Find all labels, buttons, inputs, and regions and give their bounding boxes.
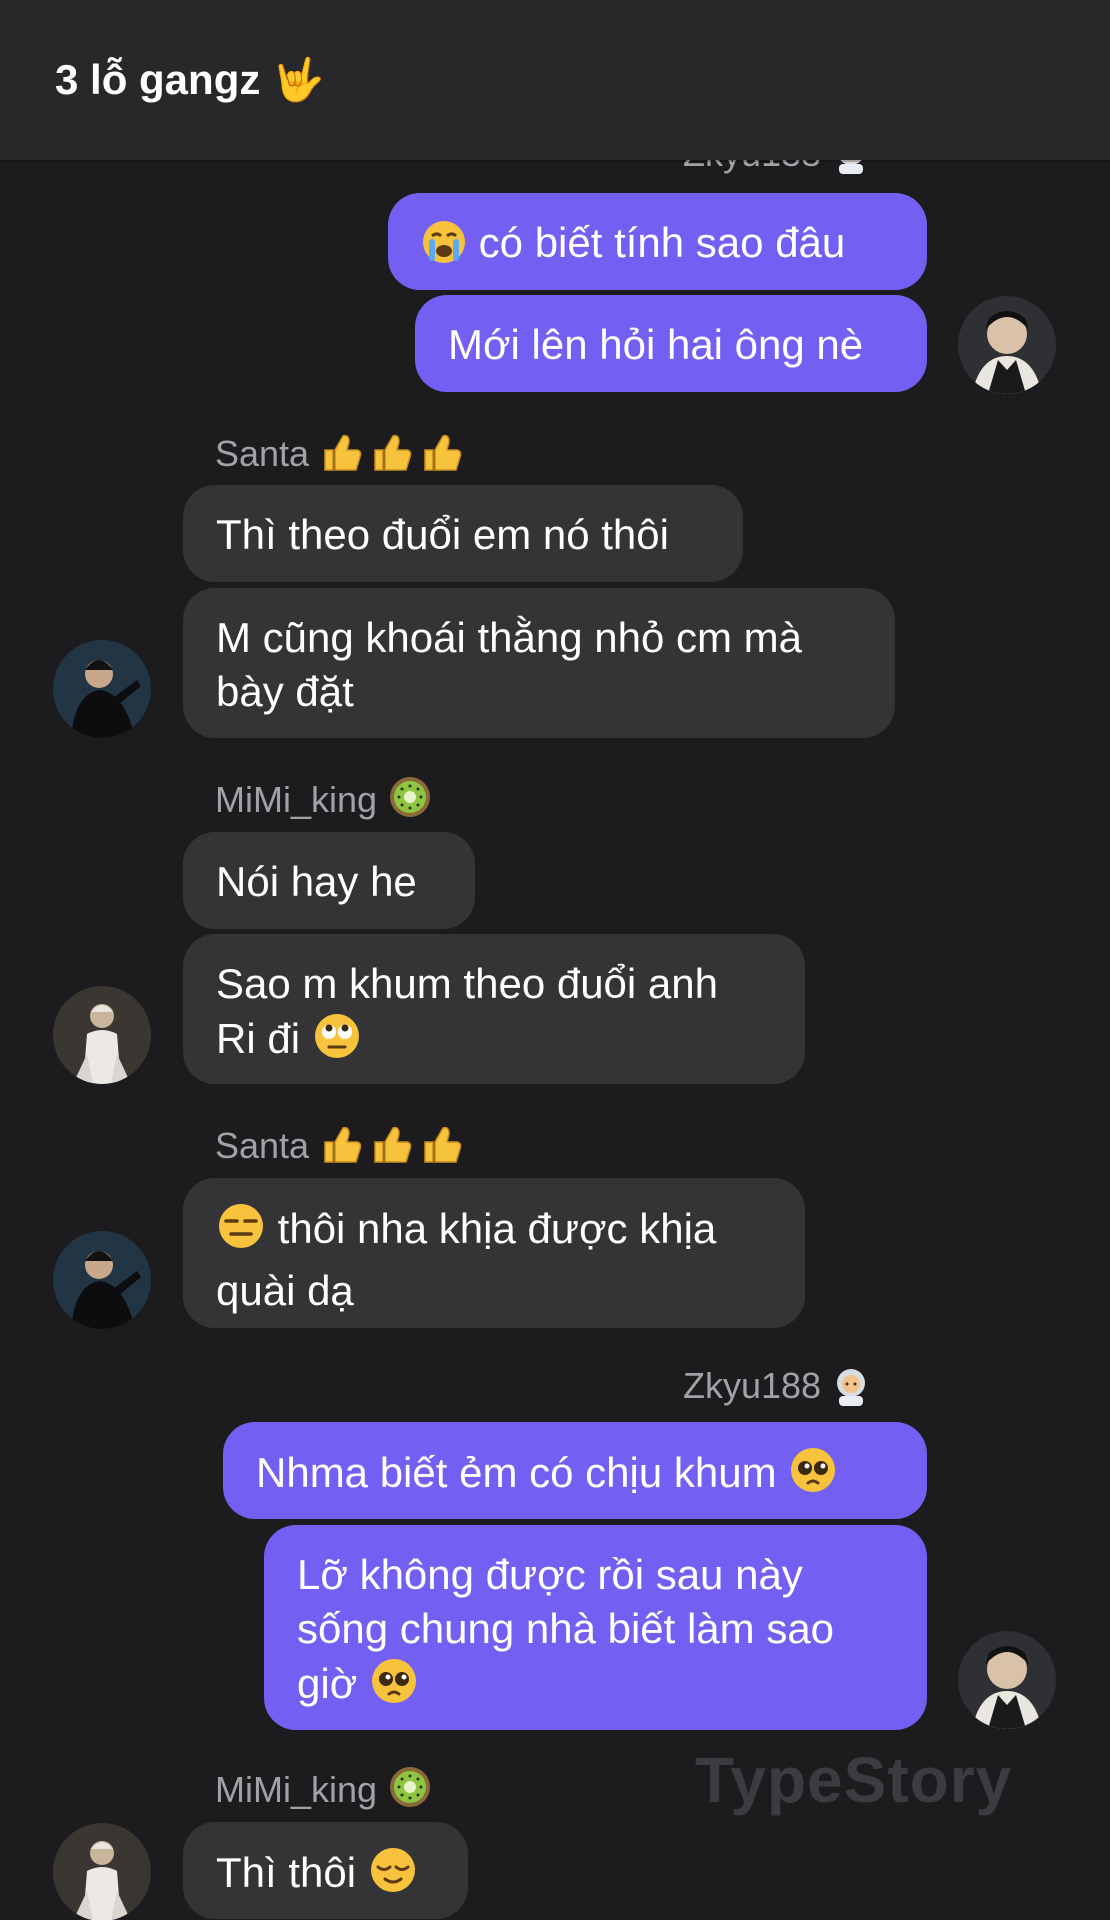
kiwi-emoji-icon: [387, 774, 433, 830]
crying-face-emoji-icon: [421, 219, 467, 278]
chat-title[interactable]: 3 lỗ gangz 🤟: [55, 54, 324, 106]
avatar-mimi-king[interactable]: [53, 986, 151, 1084]
astronaut-emoji-icon: [831, 160, 871, 184]
avatar-mimi-king[interactable]: [53, 1823, 151, 1920]
message-bubble-incoming[interactable]: Thì thôi: [183, 1822, 468, 1919]
sender-name-santa: Santa: [215, 428, 469, 484]
sender-name-mimi-king: MiMi_king: [215, 1764, 433, 1820]
avatar-zkyu188[interactable]: [958, 1631, 1056, 1729]
expressionless-face-emoji-icon: [216, 1201, 266, 1264]
thumbs-up-emoji-icon: [319, 1120, 469, 1176]
message-bubble-incoming[interactable]: thôi nha khịa được khịa quài dạ: [183, 1178, 805, 1328]
sender-name-mimi-king: MiMi_king: [215, 774, 433, 830]
typestory-watermark: TypeStory: [695, 1744, 1013, 1816]
message-bubble-outgoing[interactable]: Mới lên hỏi hai ông nè: [415, 295, 927, 392]
pleading-face-emoji-icon: [369, 1656, 419, 1719]
avatar-santa[interactable]: [53, 640, 151, 738]
message-bubble-incoming[interactable]: M cũng khoái thằng nhỏ cm mà bày đặt: [183, 588, 895, 738]
chat-header: 3 lỗ gangz 🤟: [0, 0, 1110, 160]
message-bubble-incoming[interactable]: Thì theo đuổi em nó thôi: [183, 485, 743, 582]
relieved-face-emoji-icon: [368, 1845, 418, 1908]
chat-message-list[interactable]: Zkyu188 có biết tính sao đâu Mới lên hỏi…: [0, 160, 1110, 1920]
avatar-santa[interactable]: [53, 1231, 151, 1329]
message-bubble-incoming[interactable]: Nói hay he: [183, 832, 475, 929]
kiwi-emoji-icon: [387, 1764, 433, 1820]
chat-title-text: 3 lỗ gangz 🤟: [55, 56, 325, 103]
message-bubble-incoming[interactable]: Sao m khum theo đuổi anh Ri đi: [183, 934, 805, 1084]
avatar-zkyu188[interactable]: [958, 296, 1056, 394]
thumbs-up-emoji-icon: [319, 428, 469, 484]
message-bubble-outgoing[interactable]: có biết tính sao đâu: [388, 193, 927, 290]
sender-name-santa: Santa: [215, 1120, 469, 1176]
message-bubble-outgoing[interactable]: Lỡ không được rồi sau này sống chung nhà…: [264, 1525, 927, 1730]
sender-name-zkyu188-partial: Zkyu188: [683, 160, 871, 184]
pleading-face-emoji-icon: [788, 1445, 838, 1508]
message-bubble-outgoing[interactable]: Nhma biết ẻm có chịu khum: [223, 1422, 927, 1519]
sender-name-zkyu188: Zkyu188: [683, 1364, 871, 1416]
eye-roll-emoji-icon: [312, 1011, 362, 1074]
astronaut-emoji-icon: [831, 1366, 871, 1416]
